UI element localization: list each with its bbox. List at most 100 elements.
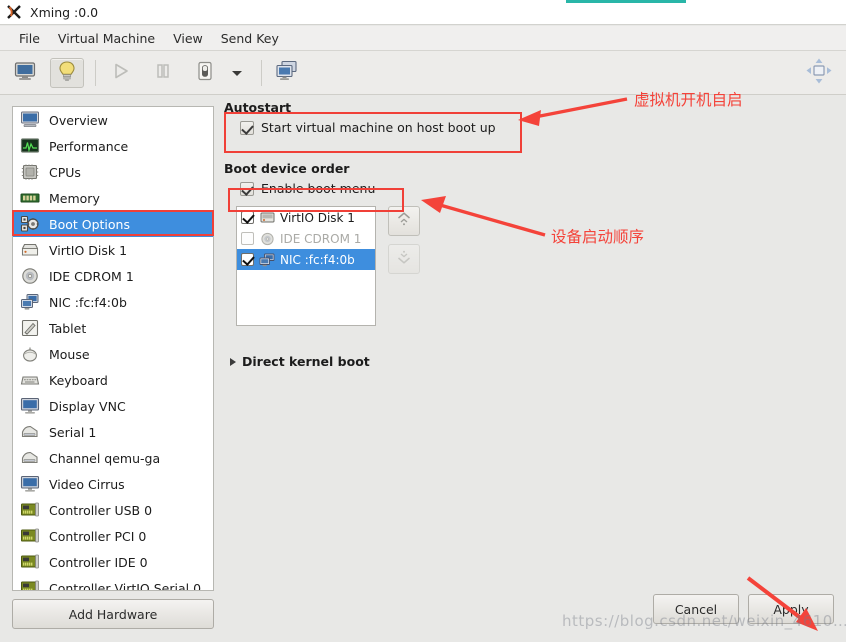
toolbar-separator-2 <box>261 59 262 86</box>
boot-order-group-title: Boot device order <box>224 161 350 176</box>
window-title: Xming :0.0 <box>30 4 99 20</box>
display-icon <box>19 396 41 416</box>
watermark-text: https://blog.csdn.net/weixin_4610… <box>562 612 846 630</box>
sidebar-item-tablet[interactable]: Tablet <box>13 315 213 341</box>
sidebar-item-label: Keyboard <box>49 372 108 388</box>
boot-device-row[interactable]: NIC :fc:f4:0b <box>237 249 375 270</box>
harddisk-icon <box>259 210 275 225</box>
details-view-button[interactable] <box>50 57 84 88</box>
cdrom-icon <box>259 231 275 246</box>
screens-icon <box>275 60 299 86</box>
sidebar-item-ide-cdrom-1[interactable]: IDE CDROM 1 <box>13 263 213 289</box>
boot-device-checkbox[interactable] <box>241 253 254 266</box>
sidebar-item-performance[interactable]: Performance <box>13 133 213 159</box>
sidebar-item-label: Controller VirtIO Serial 0 <box>49 580 202 591</box>
sidebar-item-nic[interactable]: NIC :fc:f4:0b <box>13 289 213 315</box>
sidebar-item-label: Overview <box>49 112 108 128</box>
sidebar-item-label: Controller USB 0 <box>49 502 153 518</box>
lightbulb-icon <box>57 60 77 86</box>
autostart-checkbox-label: Start virtual machine on host boot up <box>261 120 496 135</box>
autostart-checkbox[interactable] <box>240 120 254 135</box>
title-accent-bar <box>566 0 686 3</box>
sidebar-item-channel-qemu-ga[interactable]: Channel qemu-ga <box>13 445 213 471</box>
menu-file[interactable]: File <box>10 29 49 48</box>
menu-bar: File Virtual Machine View Send Key <box>0 26 846 51</box>
chevron-down-icon <box>230 63 244 82</box>
power-switch-icon <box>195 60 215 86</box>
move-up-button[interactable] <box>388 206 420 236</box>
sidebar-item-memory[interactable]: Memory <box>13 185 213 211</box>
boot-device-list[interactable]: VirtIO Disk 1 IDE CDROM 1 NIC:fc:f4:0b <box>236 206 376 326</box>
console-view-button[interactable] <box>8 58 42 88</box>
hardware-list[interactable]: Overview Performance CPUs Memory Boot Op… <box>12 106 214 591</box>
sidebar-item-label: Performance <box>49 138 129 154</box>
monitor-icon <box>14 61 36 85</box>
pause-button[interactable] <box>146 58 180 88</box>
run-button[interactable] <box>104 58 138 88</box>
sidebar-item-cpus[interactable]: CPUs <box>13 159 213 185</box>
shutdown-dropdown-button[interactable] <box>224 58 250 88</box>
harddisk-icon <box>19 240 41 260</box>
sidebar-item-label: Memory <box>49 190 100 206</box>
controller-card-icon <box>19 578 41 590</box>
chevron-up-icon <box>395 211 413 231</box>
play-icon <box>111 61 131 85</box>
sidebar-item-label: CPUs <box>49 164 81 180</box>
pause-icon <box>153 61 173 85</box>
sidebar-item-serial-1[interactable]: Serial 1 <box>13 419 213 445</box>
sidebar-item-label: IDE CDROM 1 <box>49 268 134 284</box>
sidebar-item-label: Controller IDE 0 <box>49 554 148 570</box>
network-icon <box>19 292 41 312</box>
boot-device-checkbox[interactable] <box>241 232 254 245</box>
add-hardware-button[interactable]: Add Hardware <box>12 599 214 629</box>
sidebar-item-boot-options[interactable]: Boot Options <box>13 211 213 237</box>
direct-kernel-boot-expander[interactable]: Direct kernel boot <box>230 354 834 369</box>
menu-virtual-machine[interactable]: Virtual Machine <box>49 29 164 48</box>
enable-boot-menu-label: Enable boot menu <box>261 181 376 196</box>
triangle-right-icon <box>230 357 236 366</box>
sidebar-item-mouse[interactable]: Mouse <box>13 341 213 367</box>
snapshot-button[interactable] <box>270 58 304 88</box>
sidebar-item-video-cirrus[interactable]: Video Cirrus <box>13 471 213 497</box>
sidebar-item-controller-ide-0[interactable]: Controller IDE 0 <box>13 549 213 575</box>
sidebar-item-controller-usb-0[interactable]: Controller USB 0 <box>13 497 213 523</box>
enable-boot-menu-row[interactable]: Enable boot menu <box>240 181 834 196</box>
boot-device-row[interactable]: VirtIO Disk 1 <box>237 207 375 228</box>
sidebar-item-display-vnc[interactable]: Display VNC <box>13 393 213 419</box>
enable-boot-menu-checkbox[interactable] <box>240 181 254 196</box>
title-bar: Xming :0.0 <box>0 0 846 25</box>
resize-arrows-icon <box>805 57 833 89</box>
sidebar-item-label: VirtIO Disk 1 <box>49 242 128 258</box>
sidebar-item-label: Boot Options <box>49 216 130 232</box>
monitor-icon <box>19 110 41 130</box>
mouse-icon <box>19 344 41 364</box>
channel-icon <box>19 448 41 468</box>
sidebar-item-label: Display VNC <box>49 398 126 414</box>
sidebar-item-label: Controller PCI 0 <box>49 528 147 544</box>
fullscreen-resize-button[interactable] <box>804 58 834 88</box>
chevron-down-icon <box>395 249 413 269</box>
shutdown-button[interactable] <box>188 58 222 88</box>
menu-view[interactable]: View <box>164 29 212 48</box>
annotation-autostart: 虚拟机开机自启 <box>634 91 743 109</box>
sidebar-item-overview[interactable]: Overview <box>13 107 213 133</box>
controller-card-icon <box>19 526 41 546</box>
sidebar-item-controller-pci-0[interactable]: Controller PCI 0 <box>13 523 213 549</box>
move-down-button[interactable] <box>388 244 420 274</box>
boot-device-checkbox[interactable] <box>241 211 254 224</box>
sidebar-item-label: Serial 1 <box>49 424 97 440</box>
sidebar-item-label: Mouse <box>49 346 90 362</box>
sidebar-item-controller-virtio-serial-0[interactable]: Controller VirtIO Serial 0 <box>13 575 213 591</box>
boot-order-move-buttons <box>388 206 420 274</box>
sidebar-item-keyboard[interactable]: Keyboard <box>13 367 213 393</box>
boot-device-row[interactable]: IDE CDROM 1 <box>237 228 375 249</box>
x-logo-icon <box>6 3 24 21</box>
menu-send-key[interactable]: Send Key <box>212 29 288 48</box>
autostart-checkbox-row[interactable]: Start virtual machine on host boot up <box>240 120 834 135</box>
add-hardware-label: Add Hardware <box>68 606 158 622</box>
virt-manager-window: Xming :0.0 File Virtual Machine View Sen… <box>0 0 846 642</box>
memory-stick-icon <box>19 188 41 208</box>
sidebar-item-virtio-disk-1[interactable]: VirtIO Disk 1 <box>13 237 213 263</box>
boot-device-label: VirtIO Disk 1 <box>280 210 355 225</box>
sidebar-item-label: Tablet <box>49 320 87 336</box>
